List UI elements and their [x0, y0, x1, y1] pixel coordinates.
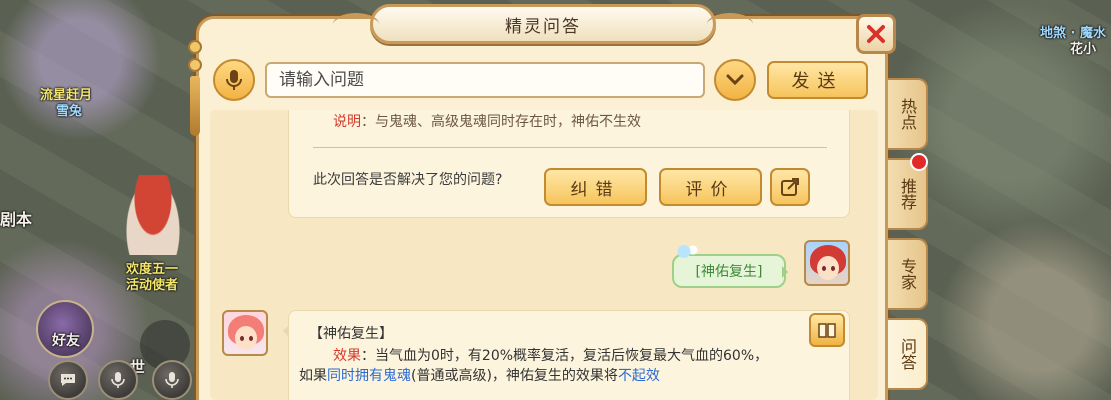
bg-label: 雪兔 [56, 104, 83, 119]
correct-error-button[interactable]: 纠错 [544, 168, 647, 206]
answer-note: 说明：与鬼魂、高级鬼魂同时存在时，神佑不生效 [333, 114, 641, 130]
notification-dot [910, 153, 928, 171]
send-button[interactable]: 发送 [767, 61, 868, 99]
bg-label: 剧本 [0, 210, 33, 229]
close-button[interactable] [856, 14, 896, 54]
bot-reply-bubble: 【神佑复生】 效果：当气血为0时，有20%概率复活，复活后恢复最大气血的60%，… [283, 310, 850, 400]
user-message-text: [神佑复生] [695, 264, 763, 280]
book-icon [818, 323, 836, 338]
tassel-ornament [180, 40, 210, 160]
tab-qa[interactable]: 问答 [888, 318, 928, 390]
dialog-title: 精灵问答 [505, 16, 581, 37]
divider [313, 147, 827, 148]
microphone-icon [226, 70, 242, 90]
bg-label: 花小 [1070, 42, 1097, 57]
bg-label: 活动使者 [126, 278, 179, 293]
share-button[interactable] [770, 168, 810, 206]
feedback-question: 此次回答是否解决了您的问题? [313, 172, 503, 188]
bubble-decoration [672, 242, 702, 258]
rate-button[interactable]: 评价 [659, 168, 762, 206]
user-avatar[interactable] [804, 240, 850, 286]
spirit-avatar[interactable] [222, 310, 268, 356]
reply-line: 效果：当气血为0时，有20%概率复活，复活后恢复最大气血的60%， [333, 348, 769, 364]
reply-title: 【神佑复生】 [309, 326, 393, 342]
reply-line: 如果同时拥有鬼魂(普通或高级)，神佑复生的效果将不起效 [299, 368, 660, 384]
voice-input-button[interactable] [213, 59, 255, 101]
user-message-bubble[interactable]: [神佑复生] [672, 242, 788, 288]
voice-icon[interactable] [152, 360, 192, 400]
voice-icon[interactable] [98, 360, 138, 400]
tab-expert[interactable]: 专家 [888, 238, 928, 310]
chevron-down-icon [726, 74, 744, 86]
friends-label: 好友 [52, 333, 80, 349]
chat-bubble-icon[interactable] [48, 360, 88, 400]
question-input[interactable] [265, 62, 705, 98]
history-dropdown-button[interactable] [714, 59, 756, 101]
guide-book-button[interactable] [809, 313, 845, 347]
share-icon [781, 178, 799, 196]
tab-hot[interactable]: 热点 [888, 78, 928, 150]
close-icon [867, 25, 885, 43]
npc-character[interactable] [124, 175, 182, 255]
dialog-title-plate: 精灵问答 [333, 4, 753, 44]
